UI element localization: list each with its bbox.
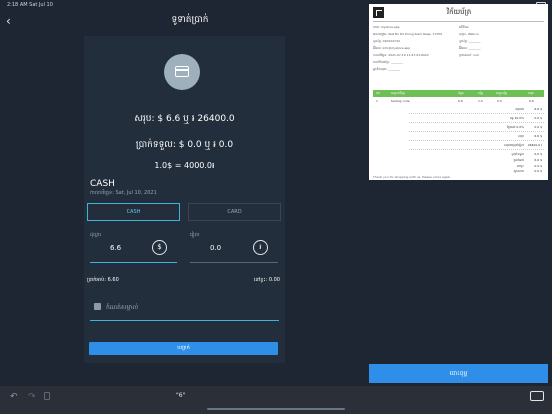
receipt-cell: 0.0 (497, 99, 502, 103)
receipt-info-line: អ្នកគិតលុយ: ________ (373, 67, 401, 71)
note-icon (94, 303, 101, 310)
keyboard-hide-icon[interactable] (530, 391, 544, 401)
receipt-col-header: សរុប (528, 91, 534, 95)
receipt-cell: testing code (391, 99, 410, 103)
receipt-dashed-divider (409, 140, 544, 141)
receipt-table-header: លរ ឈ្មោះទំនិញ ចំនួន តម្លៃ បញ្ចុះតម្លៃ សរ… (373, 90, 544, 97)
receipt-info-line: អាសយដ្ឋាន: Wat Bo Rd Krong Siem Reap, 17… (373, 32, 443, 36)
receipt-info-line: ទូរស័ព្ទ: 010424744 (373, 39, 400, 43)
change-amount: ប្រាក់អាប់: 6.60 (87, 277, 119, 283)
receipt-col-header: ឈ្មោះទំនិញ (391, 91, 405, 95)
riel-input[interactable]: 0.0 (210, 244, 221, 252)
receipt-col-header: បញ្ចុះតម្លៃ (496, 91, 507, 95)
receipt-cell: 6.6 (529, 99, 534, 103)
status-time: 2:18 AM Sat Jul 10 (7, 2, 53, 8)
receipt-summary-label: សរុបរង (515, 107, 524, 111)
payment-method-title: CASH (90, 179, 115, 189)
remaining-amount: នៅខ្វះ: 0.00 (253, 277, 280, 283)
credit-card-icon (175, 66, 189, 77)
receipt-summary-value: 0.0 $ (534, 152, 542, 156)
receipt-info-line: កាលបរិច្ឆេទ: 2021-07-10 11:47:01.6022 (373, 53, 429, 57)
receipt-info-line: ឈ្មោះ: Walk-in (459, 32, 479, 36)
receipt-preview: វិក័យប័ត្រ ហាង: mystore.app អាសយដ្ឋាន: W… (369, 4, 548, 180)
receipt-info-line: អ៊ីមែល: ________ (459, 46, 481, 50)
receipt-col-header: ចំនួន (458, 91, 464, 95)
receipt-info-line: ទូរស័ព្ទ: ________ (459, 39, 481, 43)
receipt-summary-label: សរុប (518, 134, 524, 138)
note-underline (90, 320, 279, 321)
usd-input[interactable]: 6.6 (110, 244, 121, 252)
payment-date: កាលបរិច្ឆេទ: Sat, Jul 10, 2021 (90, 190, 157, 196)
confirm-button[interactable]: បញ្ជាក់ (89, 342, 278, 355)
receipt-customer-info: អតិថិជន ឈ្មោះ: Walk-in ទូរស័ព្ទ: _______… (459, 24, 481, 59)
receipt-summary-value: 0.0 $ (534, 164, 542, 168)
receipt-summary-label: ស្ថានភាព (513, 169, 524, 173)
receipt-col-header: លរ (376, 91, 380, 95)
dollar-icon: $ (152, 240, 167, 255)
receipt-summary-value: 6.6 $ (534, 158, 542, 162)
receipt-summary-value: 6.6 $ (534, 107, 542, 111)
receipt-info-line: ហាង: mystore.app (373, 25, 400, 29)
receipt-info-line: អ៊ីមែល: info@mystore.app (373, 46, 411, 50)
receipt-summary-value: 6.6 $ (534, 134, 542, 138)
receipt-dashed-divider (409, 122, 544, 123)
receipt-summary-label: ពន្ធ 10.0% (509, 116, 524, 120)
receipt-dashed-divider (409, 149, 544, 150)
riel-field-label: រៀល (190, 232, 200, 238)
redo-icon[interactable]: ↷ (28, 392, 36, 402)
payment-icon (164, 54, 200, 90)
keyboard-shortcut-bar: ↶ ↷ "6" (0, 386, 552, 414)
tab-card[interactable]: CARD (188, 203, 281, 221)
total-amount: សរុប: $ 6.6 ឬ ៛ 26400.0 (134, 114, 235, 124)
receipt-store-info: ហាង: mystore.app អាសយដ្ឋាន: Wat Bo Rd Kr… (373, 24, 442, 73)
receipt-summary-label: សរុបជាប្រាក់រៀល (504, 143, 524, 147)
receipt-title: វិក័យប័ត្រ (446, 8, 472, 16)
receipt-summary-label: ថ្លៃសេវា 0.0% (506, 125, 524, 129)
receipt-cell: 1.0 (478, 99, 483, 103)
receipt-cell: 1 (376, 99, 378, 103)
back-button[interactable]: ‹ (6, 15, 18, 27)
receipt-summary-label: ប្រាក់ទទួល (511, 152, 524, 156)
receipt-col-header: តម្លៃ (478, 91, 483, 95)
riel-icon: ៛ (253, 240, 268, 255)
receipt-cell: 6.6 (458, 99, 463, 103)
receipt-info-line: អតិថិជន (459, 25, 469, 29)
receipt-info-line: ប្រភេទលក់: null (459, 53, 479, 57)
print-button[interactable]: បោះពុម្ព (369, 364, 548, 383)
riel-input-underline (190, 262, 278, 263)
payment-panel: សរុប: $ 6.6 ឬ ៛ 26400.0 ប្រាក់ទទួល: $ 0.… (84, 36, 285, 363)
keyboard-suggestion[interactable]: "6" (176, 392, 185, 399)
store-logo (373, 7, 384, 18)
usd-field-label: ដុល្លារ (90, 232, 102, 238)
receipt-summary-value: 0.0 $ (534, 125, 542, 129)
receipt-summary-label: ប្រាក់អាប់ (513, 158, 524, 162)
note-input[interactable]: កំណត់សម្គាល់ (106, 303, 138, 312)
receipt-dashed-divider (409, 131, 544, 132)
receipt-summary-value: 0.0 $ (534, 169, 542, 173)
receipt-dashed-divider (409, 113, 544, 114)
exchange-rate: 1.0$ = 4000.0៛ (154, 161, 215, 170)
receipt-thanks: Thank you for shopping with us. Please c… (373, 175, 451, 179)
receipt-divider (373, 21, 544, 22)
page-title: ទូទាត់ប្រាក់ (171, 15, 209, 25)
receipt-info-line: លេខវិក័យប័ត្រ: ________ (373, 60, 404, 64)
paste-icon[interactable] (44, 392, 50, 400)
usd-input-underline (90, 262, 177, 263)
receipt-summary-value: 0.0 $ (534, 116, 542, 120)
home-indicator (207, 408, 345, 410)
receipt-summary-value: 26400.0 ៛ (527, 143, 542, 147)
undo-icon[interactable]: ↶ (10, 392, 18, 402)
paid-amount: ប្រាក់ទទួល: $ 0.0 ឬ ៛ 0.0 (135, 140, 234, 150)
tab-cash[interactable]: CASH (87, 203, 180, 221)
